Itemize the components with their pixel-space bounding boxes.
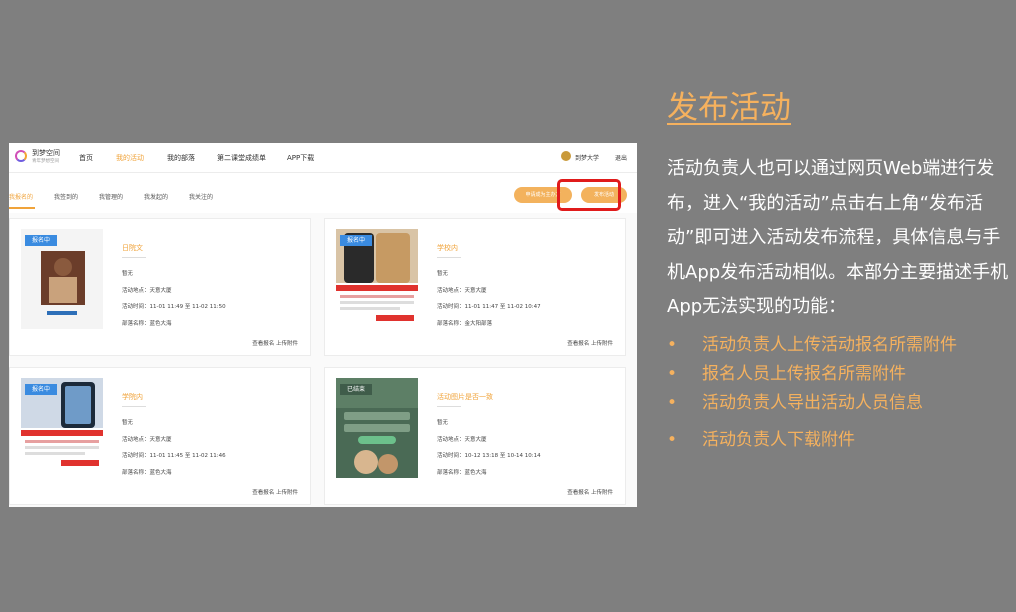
- activity-location: 活动地点：天意大厦: [122, 437, 172, 443]
- activity-title[interactable]: 活动图片是否一致: [437, 392, 493, 402]
- bullet-text: 活动负责人导出活动人员信息: [702, 393, 923, 413]
- nav-home[interactable]: 首页: [79, 153, 93, 163]
- bullet-item: • 报名人员上传报名所需附件: [667, 359, 906, 384]
- user-name[interactable]: 到梦大学: [575, 153, 599, 162]
- nav-my-tribes[interactable]: 我的部落: [167, 153, 195, 163]
- status-badge: 报名中: [25, 384, 57, 395]
- nav-transcript[interactable]: 第二课堂成绩单: [217, 153, 266, 163]
- activity-thumbnail: 报名中: [21, 229, 103, 329]
- card-actions[interactable]: 查看报名 上传附件: [567, 339, 613, 347]
- nav-my-activities[interactable]: 我的活动: [116, 153, 144, 163]
- bullet-dot: •: [667, 393, 678, 413]
- bullet-dot: •: [667, 335, 678, 355]
- activity-location: 活动地点：天意大厦: [437, 437, 487, 443]
- divider: [122, 257, 146, 258]
- activity-title[interactable]: 学校内: [437, 243, 458, 253]
- nav-app-download[interactable]: APP下载: [287, 153, 314, 163]
- activity-tribe: 部落名称：蓝色大海: [437, 470, 487, 476]
- activity-title[interactable]: 日院文: [122, 243, 143, 253]
- activity-time: 活动时间：11-01 11:49 至 11-02 11:50: [122, 304, 226, 310]
- divider: [122, 406, 146, 407]
- activity-location: 活动地点：天意大厦: [437, 288, 487, 294]
- bullet-item: • 活动负责人上传活动报名所需附件: [667, 330, 957, 355]
- activity-desc: 暂无: [122, 271, 134, 277]
- web-screenshot: 到梦空间 青年梦想空间 首页 我的活动 我的部落 第二课堂成绩单 APP下载 到…: [9, 143, 637, 507]
- logout-link[interactable]: 退出: [615, 153, 627, 162]
- activity-thumbnail: 报名中: [336, 229, 418, 329]
- card-actions[interactable]: 查看报名 上传附件: [252, 488, 298, 496]
- tab-followed[interactable]: 我关注的: [189, 192, 213, 201]
- logo-tagline: 青年梦想空间: [32, 159, 59, 164]
- card-actions[interactable]: 查看报名 上传附件: [567, 488, 613, 496]
- activity-time: 活动时间：11-01 11:45 至 11-02 11:46: [122, 453, 226, 459]
- tab-registered[interactable]: 我报名的: [9, 192, 33, 201]
- bullet-text: 报名人员上传报名所需附件: [702, 364, 906, 384]
- tab-managed[interactable]: 我管理的: [99, 192, 123, 201]
- card-actions[interactable]: 查看报名 上传附件: [252, 339, 298, 347]
- activity-tribe: 部落名称：金大阳部落: [437, 321, 493, 327]
- logo-name: 到梦空间: [32, 149, 60, 157]
- activity-desc: 暂无: [437, 271, 449, 277]
- activity-thumbnail: 已结束: [336, 378, 418, 478]
- activity-tribe: 部落名称：蓝色大海: [122, 470, 172, 476]
- activity-thumbnail: 报名中: [21, 378, 103, 478]
- activity-location: 活动地点：天意大厦: [122, 288, 172, 294]
- bullet-dot: •: [667, 430, 678, 450]
- divider: [437, 257, 461, 258]
- bullet-item: • 活动负责人下载附件: [667, 425, 855, 450]
- activity-time: 活动时间：10-12 13:18 至 10-14 10:14: [437, 453, 541, 459]
- status-badge: 报名中: [340, 235, 372, 246]
- bullet-dot: •: [667, 364, 678, 384]
- activity-card[interactable]: 已结束 活动图片是否一致 暂无 活动地点：天意大厦 活动时间：10-12 13:…: [324, 367, 626, 505]
- bullet-item: • 活动负责人导出活动人员信息: [667, 388, 923, 413]
- active-tab-underline: [9, 207, 35, 209]
- avatar[interactable]: [561, 151, 571, 161]
- slide-title: 发布活动: [667, 90, 791, 126]
- highlight-box: [557, 179, 621, 211]
- sub-nav: 我报名的 我签到的 我管理的 我发起的 我关注的 申请成为主办方 发布活动: [9, 173, 637, 213]
- divider: [437, 406, 461, 407]
- tab-signed-in[interactable]: 我签到的: [54, 192, 78, 201]
- activity-tribe: 部落名称：蓝色大海: [122, 321, 172, 327]
- activity-card[interactable]: 报名中 学院内 暂无 活动地点：天意大厦 活动时间：11-01 11:45 至 …: [9, 367, 311, 505]
- activity-title[interactable]: 学院内: [122, 392, 143, 402]
- activity-desc: 暂无: [122, 420, 134, 426]
- status-badge: 报名中: [25, 235, 57, 246]
- top-nav: 到梦空间 青年梦想空间 首页 我的活动 我的部落 第二课堂成绩单 APP下载 到…: [9, 143, 637, 173]
- status-badge: 已结束: [340, 384, 372, 395]
- slide-paragraph: 活动负责人也可以通过网页Web端进行发布，进入“我的活动”点击右上角“发布活动”…: [667, 158, 1009, 317]
- activity-desc: 暂无: [437, 420, 449, 426]
- activity-card[interactable]: 报名中 日院文 暂无 活动地点：天意大厦 活动时间：11-01 11:49 至 …: [9, 218, 311, 356]
- activity-card[interactable]: 报名中 学校内 暂无 活动地点：天意大厦 活动时间：11-01 11:47 至 …: [324, 218, 626, 356]
- activity-time: 活动时间：11-01 11:47 至 11-02 10:47: [437, 304, 541, 310]
- bullet-text: 活动负责人下载附件: [702, 430, 855, 450]
- tab-initiated[interactable]: 我发起的: [144, 192, 168, 201]
- logo-icon: [15, 150, 27, 162]
- bullet-text: 活动负责人上传活动报名所需附件: [702, 335, 957, 355]
